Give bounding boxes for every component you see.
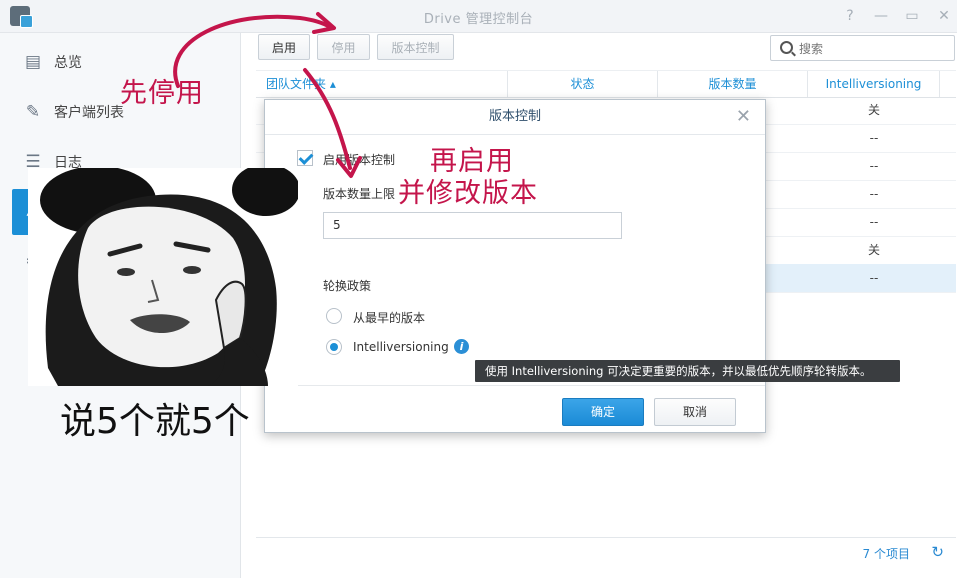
earliest-version-label: 从最早的版本 [353,311,426,325]
column-header-status[interactable]: 状态 [508,71,658,97]
ok-button[interactable]: 确定 [562,398,644,426]
earliest-version-radio[interactable] [326,308,342,324]
info-icon[interactable]: i [454,339,469,354]
enable-versioning-label: 启用版本控制 [323,153,396,167]
dialog-divider [265,385,765,386]
table-header: 团队文件夹 ▴ 状态 版本数量 Intelliversioning [256,70,956,98]
intelliversioning-radio[interactable] [326,339,342,355]
sidebar-item-label: 总览 [54,55,82,71]
panda-meme-image [28,168,298,386]
enable-button[interactable]: 启用 [258,34,310,60]
intelliversioning-cell: -- [869,215,879,229]
item-count: 7 个项目 [862,547,910,561]
search-icon [780,41,793,54]
versioning-button[interactable]: 版本控制 [377,34,454,60]
column-header-folder[interactable]: 团队文件夹 ▴ [256,71,508,97]
annotation-step1: 先停用 [120,78,204,109]
minimize-icon[interactable]: — [870,5,892,27]
search-box[interactable] [770,35,955,61]
dialog-title: 版本控制 [265,100,765,135]
intelliversioning-label: Intelliversioning [353,340,449,354]
enable-versioning-checkbox[interactable] [297,150,313,166]
column-header-intelliversioning[interactable]: Intelliversioning [808,71,940,97]
versioning-dialog: 版本控制 ✕ 启用版本控制 版本数量上限 5 轮换政策 从最早的版本 Intel… [264,99,766,433]
maximize-icon[interactable]: ▭ [901,5,923,27]
column-header-version-count[interactable]: 版本数量 [658,71,808,97]
close-icon[interactable]: ✕ [736,106,751,127]
overview-icon: ▤ [24,52,42,72]
cancel-button[interactable]: 取消 [654,398,736,426]
max-versions-input[interactable]: 5 [323,212,622,239]
intelliversioning-cell: 关 [867,243,880,257]
help-icon[interactable]: ? [839,5,861,27]
refresh-icon[interactable]: ↻ [931,543,944,561]
wrench-icon: ✎ [25,102,41,122]
title-bar: Drive 管理控制台 ? — ▭ ✕ [0,0,957,33]
max-versions-label: 版本数量上限 [323,187,396,201]
intelliversioning-cell: -- [869,131,879,145]
sidebar-item-label: 客户端列表 [54,105,124,121]
rotation-policy-label: 轮换政策 [323,279,372,293]
window-title: Drive 管理控制台 [423,12,534,27]
intelliversioning-cell: -- [869,271,879,285]
disable-button[interactable]: 停用 [317,34,370,60]
search-input[interactable] [797,39,951,59]
close-window-icon[interactable]: ✕ [933,5,955,27]
intelliversioning-cell: 关 [867,103,880,117]
intelliversioning-tooltip: 使用 Intelliversioning 可决定更重要的版本，并以最低优先顺序轮… [475,360,900,382]
table-footer: 7 个项目 ↻ [256,537,956,568]
annotation-step2-line2: 并修改版本 [398,178,538,209]
intelliversioning-cell: -- [869,187,879,201]
meme-caption: 说5个就5个 [60,401,250,442]
intelliversioning-cell: -- [869,159,879,173]
